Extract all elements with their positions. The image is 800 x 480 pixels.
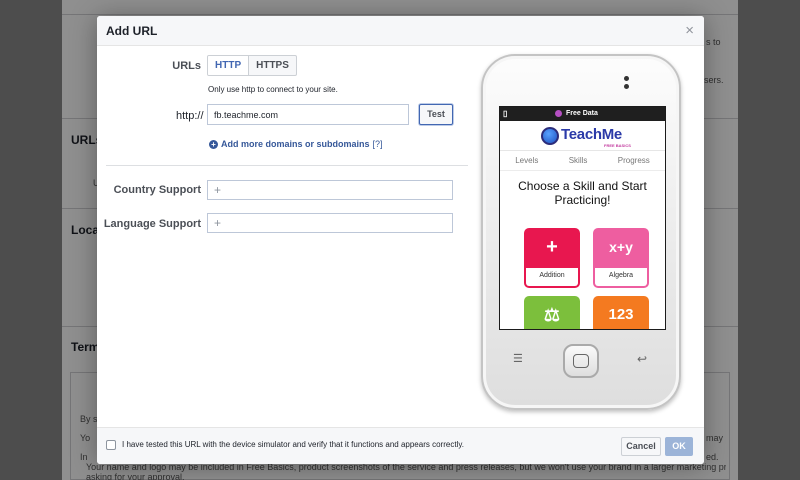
language-support-input[interactable]: + [207,213,453,233]
heading-line: Practicing! [554,193,611,207]
add-icon: + [214,216,222,230]
free-data-icon [555,110,562,117]
app-logo: TeachMe FREE BASICS [500,121,665,151]
nav-skills[interactable]: Skills [569,156,588,165]
url-input[interactable] [207,104,409,125]
protocol-toggle: HTTP HTTPS [207,55,297,76]
divider [106,165,468,166]
algebra-icon: x+y [593,228,649,268]
app-icon: ▯ [503,109,508,118]
dialog-header: Add URL × [97,16,704,46]
protocol-prefix: http:// [176,110,204,122]
tile-algebra[interactable]: x+y Algebra [593,228,649,288]
logo-subtitle: FREE BASICS [604,143,631,148]
speaker-dot [624,76,629,81]
tile-balance[interactable]: ⚖ [524,296,580,329]
apple-logo-icon [541,127,559,145]
tested-checkbox[interactable] [106,440,116,450]
http-tab[interactable]: HTTP [208,56,250,75]
numbers-icon: 123 [593,296,649,329]
dialog-footer: I have tested this URL with the device s… [97,427,704,464]
country-support-input[interactable]: + [207,180,453,200]
add-more-label: Add more domains or subdomains [221,139,370,149]
balance-scale-icon: ⚖ [524,296,580,329]
add-more-domains-link[interactable]: + Add more domains or subdomains [?] [209,139,383,149]
dialog-title: Add URL [106,24,158,38]
nav-levels[interactable]: Levels [515,156,538,165]
help-link[interactable]: [?] [373,139,383,149]
test-button[interactable]: Test [419,104,453,125]
urls-label: URLs [172,60,201,72]
language-support-label: Language Support [103,218,201,230]
https-tab[interactable]: HTTPS [249,56,296,75]
nav-progress[interactable]: Progress [618,156,650,165]
tile-numbers[interactable]: 123 [593,296,649,329]
cancel-button[interactable]: Cancel [621,437,661,456]
status-bar: ▯ Free Data [500,107,665,121]
status-text: Free Data [566,110,598,117]
add-icon: + [214,183,222,197]
device-screen: ▯ Free Data TeachMe FREE BASICS Levels S… [499,106,666,330]
plus-circle-icon: + [209,139,218,149]
add-url-dialog: Add URL × URLs HTTP HTTPS Only use http … [97,16,704,464]
plus-icon: + [524,228,580,268]
ok-button[interactable]: OK [665,437,693,456]
logo-text: TeachMe [561,126,622,143]
home-icon [573,354,589,368]
back-icon[interactable]: ↩ [637,352,647,366]
tested-checkbox-label: I have tested this URL with the device s… [122,440,464,449]
close-icon[interactable]: × [685,22,694,39]
tile-label: Algebra [593,268,649,288]
device-simulator: ▯ Free Data TeachMe FREE BASICS Levels S… [481,54,681,410]
protocol-hint: Only use http to connect to your site. [208,85,338,94]
tile-addition[interactable]: + Addition [524,228,580,288]
menu-icon[interactable]: ☰ [513,352,523,365]
skill-heading: Choose a Skill and Start Practicing! [500,179,665,207]
speaker-dot [624,84,629,89]
heading-line: Choose a Skill and Start [518,179,647,193]
app-nav: Levels Skills Progress [500,151,665,171]
home-button[interactable] [563,344,599,378]
country-support-label: Country Support [113,184,201,196]
tile-label: Addition [524,268,580,288]
